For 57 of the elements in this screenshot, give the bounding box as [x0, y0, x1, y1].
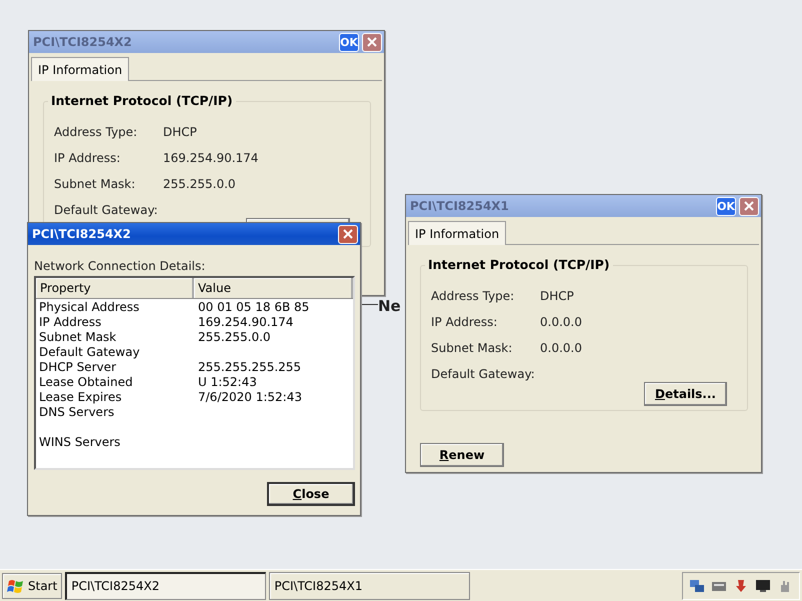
- property-cell: IP Address: [39, 314, 102, 328]
- value-cell: 00 01 05 18 6B 85: [198, 300, 310, 314]
- window-title: PCI\TCI8254X1: [410, 199, 510, 213]
- property-cell: Physical Address: [39, 300, 140, 314]
- close-button[interactable]: [739, 196, 759, 216]
- property-cell: Default Gateway: [39, 344, 140, 358]
- property-cell: Lease Obtained: [39, 374, 133, 388]
- field-value: 255.255.0.0: [163, 177, 236, 191]
- monitor-icon[interactable]: [755, 578, 771, 594]
- property-cell: Lease Expires: [39, 390, 122, 404]
- column-header[interactable]: Value: [194, 278, 353, 298]
- window-title: PCI\TCI8254X2: [33, 35, 133, 49]
- group-title: Internet Protocol (TCP/IP): [48, 93, 236, 108]
- field-value: 0.0.0.0: [540, 341, 582, 355]
- field-value: 169.254.90.174: [163, 151, 258, 165]
- field-label: Subnet Mask:: [431, 341, 514, 355]
- details-button[interactable]: Details...: [644, 382, 727, 406]
- tab[interactable]: IP Information: [31, 57, 130, 81]
- value-cell: 169.254.90.174: [198, 314, 294, 328]
- value-cell: U 1:52:43: [198, 374, 257, 388]
- close-button[interactable]: [362, 32, 382, 52]
- ok-button[interactable]: OK: [339, 32, 359, 52]
- field-label: IP Address:: [431, 315, 498, 329]
- field-label: Address Type:: [431, 289, 516, 303]
- ok-button[interactable]: OK: [716, 196, 736, 216]
- field-value: 0.0.0.0: [540, 315, 582, 329]
- value-cell: 255.255.255.255: [198, 360, 302, 374]
- value-cell: 7/6/2020 1:52:43: [198, 390, 302, 404]
- caption-label: Network Connection Details:: [34, 259, 206, 273]
- field-label: Subnet Mask:: [54, 177, 136, 191]
- field-label: IP Address:: [54, 151, 122, 165]
- taskbar-button[interactable]: PCI\TCI8254X2: [65, 572, 266, 600]
- group-title: Internet Protocol (TCP/IP): [425, 257, 613, 272]
- close-icon: [343, 229, 353, 239]
- close-button[interactable]: Close: [267, 482, 355, 506]
- desktop-label: Ne: [378, 297, 401, 315]
- property-cell: DNS Servers: [39, 404, 114, 418]
- close-button[interactable]: [338, 224, 358, 244]
- property-cell: WINS Servers: [39, 434, 120, 448]
- windows-flag-icon: [7, 578, 25, 594]
- close-icon: [367, 37, 377, 47]
- renew-button[interactable]: Renew: [420, 443, 504, 467]
- field-value: DHCP: [540, 289, 574, 303]
- close-icon: [744, 201, 754, 211]
- value-cell: 255.255.0.0: [198, 330, 271, 344]
- property-cell: DHCP Server: [39, 360, 116, 374]
- field-label: Default Gateway:: [431, 367, 536, 381]
- taskbar-button[interactable]: PCI\TCI8254X1: [269, 572, 470, 600]
- column-header[interactable]: Property: [36, 278, 194, 298]
- start-button[interactable]: Start: [2, 572, 62, 598]
- property-cell: Subnet Mask: [39, 330, 116, 344]
- field-value: DHCP: [163, 125, 197, 139]
- network-icon[interactable]: [689, 578, 705, 594]
- tab[interactable]: IP Information: [408, 221, 506, 245]
- window-title: PCI\TCI8254X2: [32, 227, 132, 241]
- field-label: Default Gateway:: [54, 203, 159, 217]
- field-label: Address Type:: [54, 125, 138, 139]
